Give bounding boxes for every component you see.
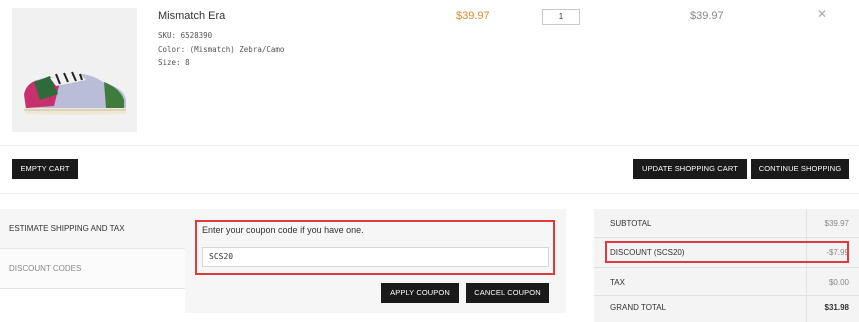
divider — [594, 267, 859, 268]
update-cart-button[interactable]: UPDATE SHOPPING CART — [633, 159, 747, 179]
grand-total-label: GRAND TOTAL — [610, 303, 667, 312]
product-color: Color: (Mismatch) Zebra/Camo — [158, 45, 284, 54]
tab-estimate-shipping[interactable]: ESTIMATE SHIPPING AND TAX — [0, 209, 185, 249]
product-sku: SKU: 6528390 — [158, 31, 212, 40]
product-image[interactable] — [12, 8, 137, 132]
product-price: $39.97 — [456, 10, 490, 22]
continue-shopping-button[interactable]: CONTINUE SHOPPING — [751, 159, 849, 179]
color-label: Color: — [158, 45, 186, 54]
subtotal-label: SUBTOTAL — [610, 219, 652, 228]
product-size: Size: 8 — [158, 58, 190, 67]
shoe-image — [24, 71, 126, 115]
product-subtotal: $39.97 — [690, 10, 724, 22]
coupon-prompt: Enter your coupon code if you have one. — [202, 225, 364, 235]
cancel-coupon-button[interactable]: CANCEL COUPON — [466, 283, 549, 303]
quantity-input[interactable]: 1 — [542, 9, 580, 25]
cart-tabs: ESTIMATE SHIPPING AND TAX DISCOUNT CODES — [0, 209, 185, 322]
discount-highlight — [605, 241, 849, 263]
divider — [0, 145, 859, 146]
size-value: 8 — [185, 58, 190, 67]
empty-cart-button[interactable]: EMPTY CART — [12, 159, 78, 179]
color-value: (Mismatch) Zebra/Camo — [189, 45, 285, 54]
tab-discount-codes[interactable]: DISCOUNT CODES — [0, 249, 185, 289]
subtotal-value: $39.97 — [824, 219, 849, 228]
close-icon[interactable]: ✕ — [817, 7, 827, 21]
divider — [594, 295, 859, 296]
sku-value: 6528390 — [180, 31, 213, 40]
tax-value: $0.00 — [828, 278, 849, 287]
divider — [594, 237, 859, 238]
grand-total-value: $31.98 — [824, 303, 849, 312]
sku-label: SKU: — [158, 31, 177, 40]
divider — [806, 209, 807, 322]
coupon-code-input[interactable]: SCS20 — [202, 247, 549, 267]
product-name[interactable]: Mismatch Era — [158, 10, 225, 22]
divider — [0, 193, 859, 194]
tax-label: TAX — [610, 278, 625, 287]
size-label: Size: — [158, 58, 181, 67]
apply-coupon-button[interactable]: APPLY COUPON — [381, 283, 459, 303]
